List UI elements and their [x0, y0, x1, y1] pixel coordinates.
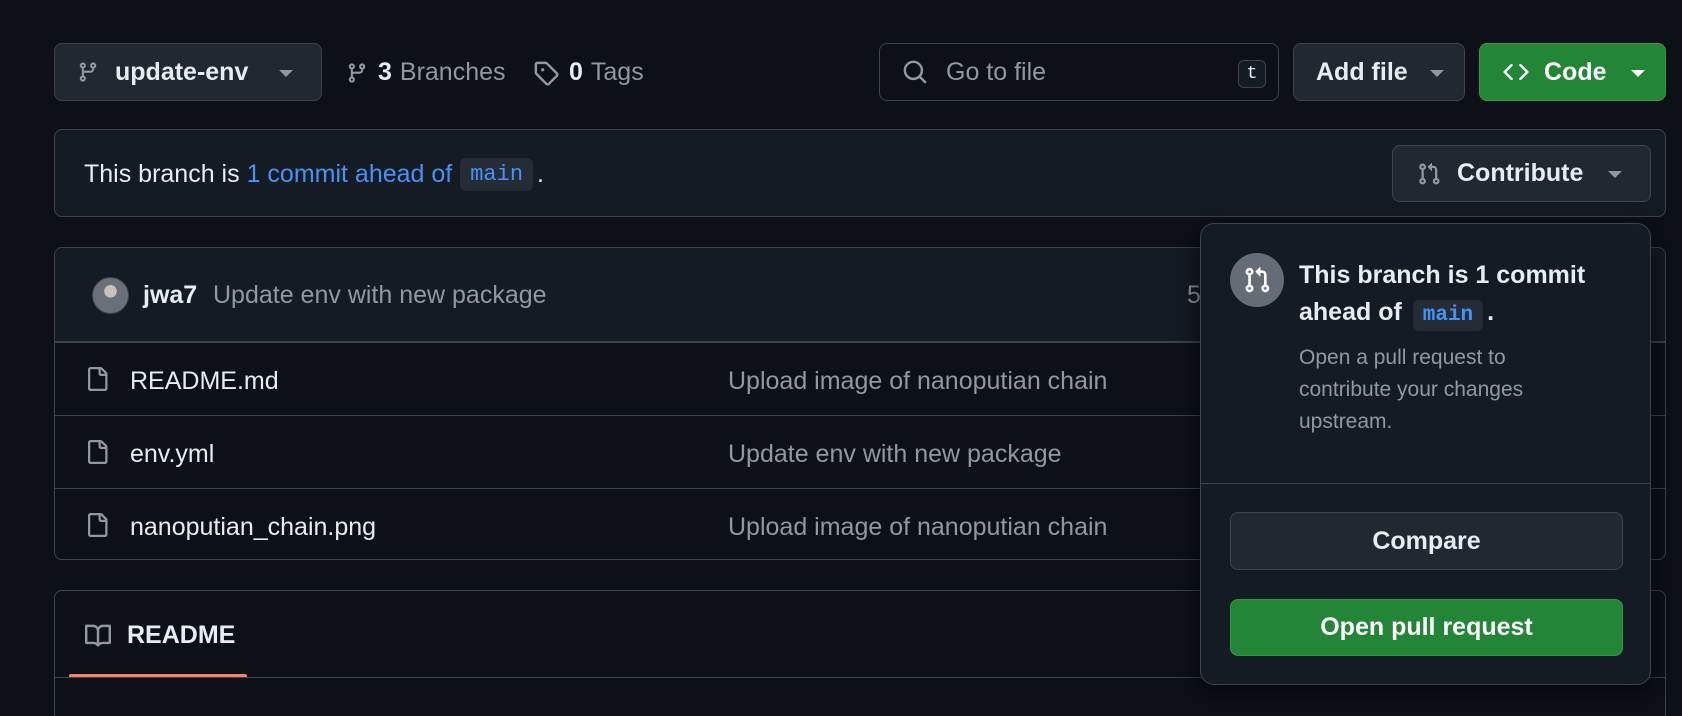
file-icon [85, 511, 109, 539]
file-name[interactable]: README.md [130, 367, 279, 396]
divider [1201, 483, 1650, 484]
file-icon [85, 438, 109, 466]
book-icon [83, 623, 113, 649]
open-pull-request-button[interactable]: Open pull request [1230, 599, 1623, 656]
file-icon [85, 365, 109, 393]
file-commit-message[interactable]: Update env with new package [728, 440, 1062, 469]
chevron-down-icon [279, 70, 293, 77]
go-to-file-input[interactable]: Go to file t [879, 43, 1279, 101]
contribute-label: Contribute [1457, 159, 1584, 187]
avatar[interactable] [92, 277, 129, 314]
file-commit-message[interactable]: Upload image of nanoputian chain [728, 513, 1107, 542]
readme-tab-label: README [127, 621, 236, 649]
git-pull-request-icon [1230, 253, 1284, 307]
branch-selector-button[interactable]: update-env [54, 43, 322, 101]
git-pull-request-icon [1417, 161, 1441, 187]
banner-prefix: This branch is [84, 160, 247, 188]
git-branch-icon [77, 59, 99, 85]
commit-message[interactable]: Update env with new package [213, 281, 547, 310]
file-name[interactable]: nanoputian_chain.png [130, 513, 376, 542]
chevron-down-icon [1631, 70, 1645, 77]
branches-label: Branches [399, 58, 506, 86]
compare-button[interactable]: Compare [1230, 512, 1623, 570]
branches-count: 3 [378, 58, 392, 86]
tags-count: 0 [569, 58, 583, 86]
chevron-down-icon [1608, 171, 1622, 178]
popover-title-suffix: . [1487, 298, 1495, 326]
tab-readme[interactable]: README [83, 621, 235, 650]
commit-author[interactable]: jwa7 [143, 281, 197, 310]
code-icon [1502, 59, 1530, 85]
tag-icon [533, 60, 559, 86]
commits-ahead-link[interactable]: 1 commit ahead of [247, 160, 453, 189]
popover-description: Open a pull request to contribute your c… [1299, 346, 1524, 433]
code-label: Code [1544, 57, 1607, 86]
file-name[interactable]: env.yml [130, 440, 214, 469]
keyboard-shortcut-hint: t [1238, 60, 1266, 88]
add-file-button[interactable]: Add file [1293, 43, 1465, 101]
chevron-down-icon [1430, 70, 1444, 77]
tags-label: Tags [590, 58, 644, 86]
contribute-button[interactable]: Contribute [1392, 145, 1651, 202]
tags-link[interactable]: 0 Tags [533, 58, 644, 87]
banner-suffix: . [537, 160, 544, 188]
contribute-popover: This branch is 1 commit ahead of main. O… [1200, 223, 1651, 685]
commit-time: 5 [1187, 281, 1201, 309]
code-button[interactable]: Code [1479, 43, 1666, 101]
base-branch-pill: main [460, 158, 534, 191]
add-file-label: Add file [1316, 57, 1408, 86]
popover-title: This branch is 1 commit ahead of main. [1299, 257, 1629, 334]
search-placeholder: Go to file [946, 57, 1047, 86]
branch-status-text: This branch is 1 commit ahead of main . [84, 158, 544, 191]
branch-name: update-env [115, 57, 249, 86]
base-branch-pill: main [1412, 300, 1484, 331]
file-commit-message[interactable]: Upload image of nanoputian chain [728, 367, 1107, 396]
search-icon [902, 59, 928, 85]
branches-link[interactable]: 3 Branches [346, 58, 506, 87]
git-branch-icon [346, 60, 368, 86]
